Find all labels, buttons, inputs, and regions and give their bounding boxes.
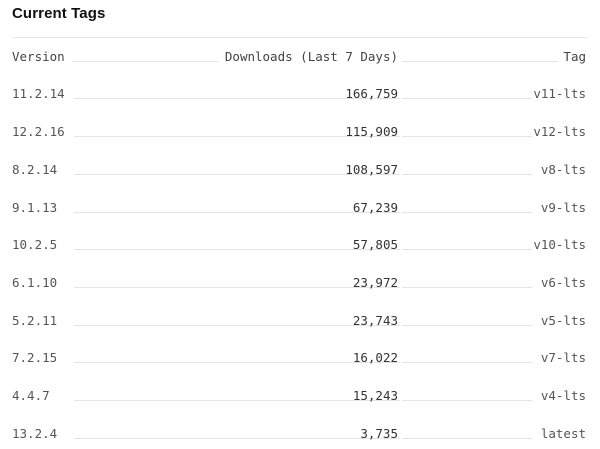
tag-label: v9-lts (540, 200, 586, 215)
leader-line (402, 287, 532, 288)
table-row: 13.2.4 3,735 latest (12, 423, 588, 445)
downloads-count: 15,243 (352, 388, 398, 403)
table-row: 5.2.11 23,743 v5-lts (12, 310, 588, 332)
downloads-count: 23,743 (352, 313, 398, 328)
column-header-tag: Tag (563, 49, 586, 64)
downloads-count: 3,735 (360, 426, 398, 441)
version-link[interactable]: 4.4.7 (12, 388, 50, 404)
column-header-downloads: Downloads (Last 7 Days) (224, 49, 398, 64)
leader-line (402, 136, 532, 137)
table-row: 6.1.10 23,972 v6-lts (12, 272, 588, 294)
table-row: 8.2.14 108,597 v8-lts (12, 159, 588, 181)
table-row: 12.2.16 115,909 v12-lts (12, 121, 588, 143)
downloads-count: 23,972 (352, 275, 398, 290)
leader-line (402, 325, 532, 326)
version-link[interactable]: 6.1.10 (12, 275, 57, 291)
leader-line (402, 98, 532, 99)
table-row: 4.4.7 15,243 v4-lts (12, 385, 588, 407)
leader-line (74, 362, 400, 363)
version-link[interactable]: 13.2.4 (12, 426, 57, 442)
downloads-count: 57,805 (352, 237, 398, 252)
leader-line (402, 174, 532, 175)
leader-line (74, 400, 400, 401)
version-link[interactable]: 8.2.14 (12, 162, 57, 178)
title-divider (12, 37, 588, 38)
version-link[interactable]: 5.2.11 (12, 313, 57, 329)
version-link[interactable]: 11.2.14 (12, 86, 65, 102)
tag-label: v4-lts (540, 388, 586, 403)
tag-label: v7-lts (540, 350, 586, 365)
leader-line (402, 212, 532, 213)
tag-label: v8-lts (540, 162, 586, 177)
table-row: 11.2.14 166,759 v11-lts (12, 83, 588, 105)
version-link[interactable]: 9.1.13 (12, 200, 57, 216)
version-link[interactable]: 7.2.15 (12, 350, 57, 366)
table-header-row: Version Downloads (Last 7 Days) Tag (12, 46, 588, 68)
downloads-count: 108,597 (345, 162, 398, 177)
leader-line (74, 438, 400, 439)
current-tags-panel: Current Tags Version Downloads (Last 7 D… (0, 0, 600, 449)
section-title: Current Tags (12, 5, 106, 22)
tag-label: v6-lts (540, 275, 586, 290)
table-row: 7.2.15 16,022 v7-lts (12, 347, 588, 369)
version-link[interactable]: 10.2.5 (12, 237, 57, 253)
leader-line (402, 400, 532, 401)
tag-label: v11-lts (533, 86, 586, 101)
leader-line (74, 325, 400, 326)
leader-line (74, 212, 400, 213)
tag-label: v12-lts (533, 124, 586, 139)
table-row: 9.1.13 67,239 v9-lts (12, 197, 588, 219)
leader-line (74, 249, 400, 250)
column-header-version: Version (12, 49, 65, 64)
tag-label: v10-lts (533, 237, 586, 252)
header-leader-line (402, 61, 558, 62)
version-link[interactable]: 12.2.16 (12, 124, 65, 140)
downloads-count: 166,759 (345, 86, 398, 101)
tag-label: latest (540, 426, 586, 441)
leader-line (402, 362, 532, 363)
leader-line (74, 287, 400, 288)
table-row: 10.2.5 57,805 v10-lts (12, 234, 588, 256)
tag-label: v5-lts (540, 313, 586, 328)
downloads-count: 115,909 (345, 124, 398, 139)
downloads-count: 16,022 (352, 350, 398, 365)
downloads-count: 67,239 (352, 200, 398, 215)
leader-line (402, 438, 532, 439)
leader-line (402, 249, 532, 250)
header-leader-line (72, 61, 218, 62)
